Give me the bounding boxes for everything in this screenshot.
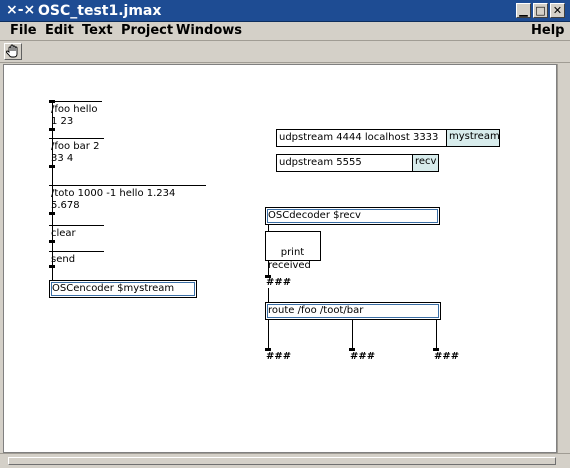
- udpstream-recv-label: udpstream 5555: [279, 157, 362, 168]
- udpstream-recv-tag[interactable]: recv: [412, 154, 439, 172]
- title-bar: ⨯‑⨯ OSC_test1.jmax ▁ □ ✕: [0, 0, 570, 22]
- message-top-bar: [49, 138, 104, 139]
- display-value: ###: [266, 277, 292, 288]
- menu-text[interactable]: Text: [82, 22, 113, 41]
- message-top-bar: [49, 251, 104, 252]
- menu-file[interactable]: File: [10, 22, 37, 41]
- message-toto[interactable]: /toto 1000 -1 hello 1.234 5.678: [49, 188, 175, 212]
- menu-project[interactable]: Project: [121, 22, 173, 41]
- minimize-button[interactable]: ▁: [516, 3, 531, 18]
- osc-decoder-object[interactable]: OSCdecoder $recv: [265, 207, 440, 225]
- udpstream-send-tag[interactable]: mystream: [446, 129, 500, 147]
- message-top-bar: [49, 101, 102, 102]
- vertical-scrollbar[interactable]: [557, 64, 570, 453]
- toolbar: [0, 41, 570, 63]
- message-foo-hello[interactable]: /foo hello 1 23: [49, 104, 97, 128]
- message-clear[interactable]: clear: [49, 228, 76, 240]
- patch-cord: [268, 288, 269, 303]
- patch-cord: [352, 320, 353, 350]
- menu-bar: File Edit Text Project Windows Help: [0, 22, 570, 41]
- route-object[interactable]: route /foo /toot/bar: [265, 302, 441, 320]
- udpstream-send-label: udpstream 4444 localhost 3333: [279, 132, 439, 143]
- display-value: ###: [434, 351, 460, 362]
- hand-tool-button[interactable]: [4, 43, 22, 60]
- patch-cord: [268, 261, 269, 275]
- horizontal-scrollbar[interactable]: [0, 453, 570, 468]
- message-foo-bar[interactable]: /foo bar 2 33 4: [49, 141, 99, 165]
- object-frame: [51, 282, 195, 296]
- display-value: ###: [350, 351, 376, 362]
- window-title: OSC_test1.jmax: [38, 3, 162, 19]
- print-label: print received: [268, 247, 311, 271]
- patch-cord: [268, 320, 269, 350]
- maximize-button[interactable]: □: [533, 3, 548, 18]
- print-object[interactable]: print received: [265, 231, 321, 271]
- hand-icon: [6, 44, 18, 58]
- message-top-bar: [49, 225, 104, 226]
- menu-help[interactable]: Help: [531, 22, 564, 41]
- app-logo-icon: ⨯‑⨯: [6, 2, 36, 18]
- menu-windows[interactable]: Windows: [176, 22, 242, 41]
- menu-edit[interactable]: Edit: [45, 22, 74, 41]
- patch-canvas[interactable]: /foo hello 1 23 /foo bar 2 33 4 /toto 10…: [3, 64, 557, 453]
- display-value: ###: [266, 351, 292, 362]
- osc-encoder-object[interactable]: OSCencoder $mystream: [49, 280, 197, 298]
- object-frame: [267, 304, 439, 318]
- patch-cord: [52, 103, 53, 281]
- object-frame: [267, 209, 438, 223]
- message-top-bar: [49, 185, 206, 186]
- close-button[interactable]: ✕: [550, 3, 565, 18]
- patch-cord: [436, 320, 437, 350]
- scrollbar-thumb[interactable]: [8, 457, 556, 465]
